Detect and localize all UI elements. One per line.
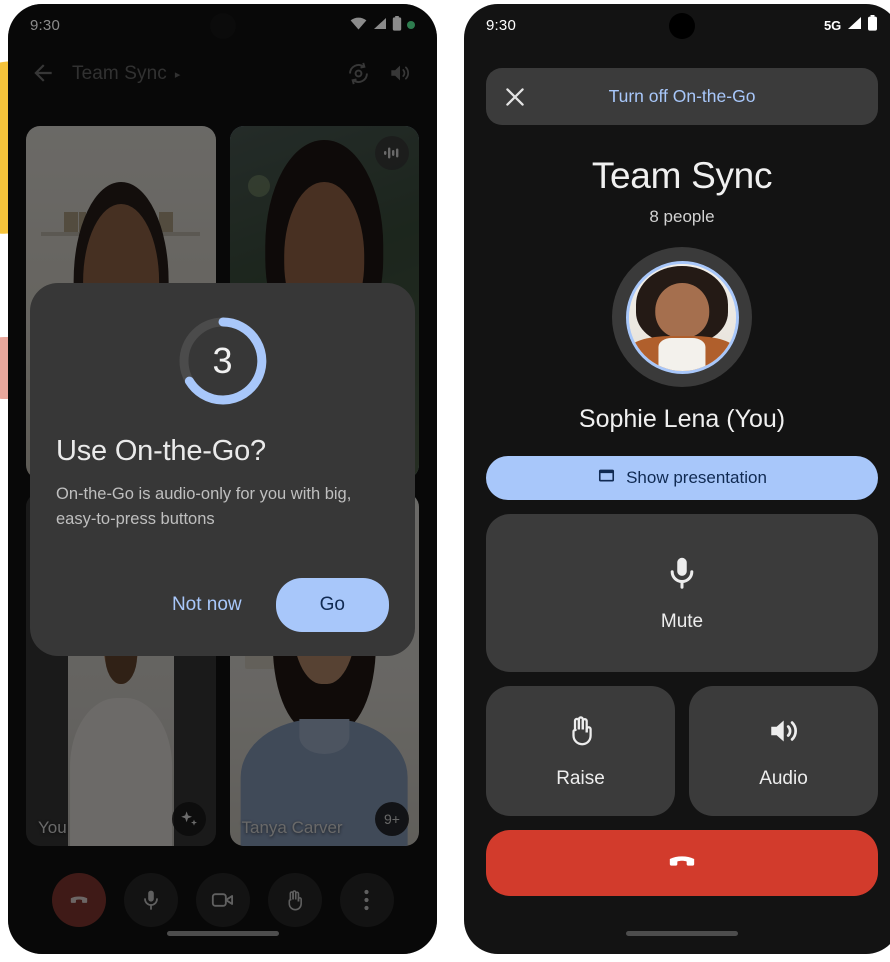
- raise-label: Raise: [556, 767, 605, 789]
- close-icon[interactable]: [486, 84, 544, 110]
- secondary-button-row: Raise Audio: [486, 686, 878, 816]
- audio-label: Audio: [759, 767, 808, 789]
- speaker-icon: [766, 713, 802, 754]
- mute-label: Mute: [660, 610, 704, 632]
- status-icons: 5G: [824, 15, 878, 35]
- go-button[interactable]: Go: [275, 578, 389, 632]
- countdown-ring-wrapper: 3: [56, 313, 389, 409]
- meeting-title: Team Sync: [591, 155, 773, 196]
- battery-icon: [867, 15, 878, 35]
- home-indicator[interactable]: [626, 931, 738, 936]
- page-root: 9:30 Te: [0, 0, 890, 962]
- avatar-wrapper: [486, 247, 878, 387]
- status-icons: [350, 15, 415, 35]
- presentation-icon: [597, 466, 616, 490]
- on-the-go-screen: Turn off On-the-Go Team Sync 8 people So…: [464, 68, 890, 954]
- avatar: [625, 260, 739, 374]
- banner-label: Turn off On-the-Go: [608, 86, 756, 106]
- on-the-go-dialog: 3 Use On-the-Go? On-the-Go is audio-only…: [30, 283, 415, 656]
- status-time: 9:30: [486, 16, 516, 34]
- self-participant-name: Sophie Lena (You): [578, 405, 786, 433]
- show-presentation-button[interactable]: Show presentation: [486, 456, 878, 500]
- end-call-button[interactable]: [486, 830, 878, 896]
- microphone-icon: [663, 554, 701, 597]
- avatar-ring: [612, 247, 752, 387]
- left-phone-frame: 9:30 Te: [8, 4, 437, 954]
- dialog-title: Use On-the-Go?: [56, 435, 266, 467]
- wifi-icon: [350, 17, 367, 34]
- home-indicator[interactable]: [166, 931, 279, 936]
- countdown-number: 3: [212, 340, 233, 381]
- right-phone-screen: 9:30 5G Turn off On-the-Go Team Sync 8 p…: [464, 4, 890, 954]
- raise-hand-button[interactable]: Raise: [486, 686, 675, 816]
- right-phone-frame: 9:30 5G Turn off On-the-Go Team Sync 8 p…: [464, 4, 890, 954]
- people-count: 8 people: [649, 207, 715, 226]
- countdown-ring: 3: [175, 313, 271, 409]
- dialog-actions: Not now Go: [56, 578, 389, 632]
- not-now-button[interactable]: Not now: [148, 580, 266, 630]
- battery-icon: [392, 15, 402, 35]
- audio-button[interactable]: Audio: [689, 686, 878, 816]
- status-time: 9:30: [30, 16, 60, 34]
- cellular-signal-icon: [372, 17, 387, 34]
- raised-hand-icon: [563, 713, 599, 754]
- network-type-label: 5G: [824, 17, 841, 33]
- show-presentation-label: Show presentation: [626, 468, 767, 487]
- camera-punch-hole: [209, 13, 236, 39]
- turn-off-on-the-go-banner[interactable]: Turn off On-the-Go: [486, 68, 878, 125]
- recording-dot-icon: [407, 21, 415, 29]
- dialog-body: On-the-Go is audio-only for you with big…: [56, 485, 352, 528]
- mute-button[interactable]: Mute: [486, 514, 878, 672]
- end-call-icon: [662, 841, 702, 886]
- left-phone-screen: 9:30 Te: [8, 4, 437, 954]
- cellular-signal-icon: [846, 16, 862, 34]
- camera-punch-hole: [669, 13, 695, 39]
